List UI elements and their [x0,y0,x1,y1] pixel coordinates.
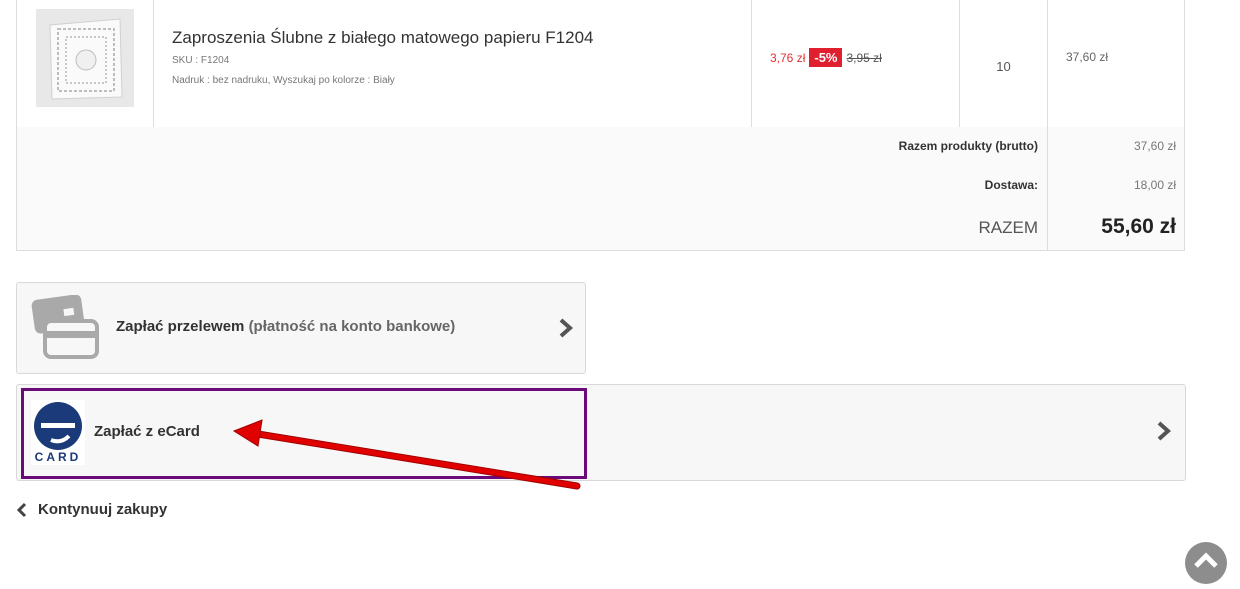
invitation-card-icon [36,9,134,107]
ecard-logo-text: CARD [34,450,82,464]
chevron-right-icon [559,318,574,338]
chevron-right-icon [1157,421,1172,441]
product-price: 3,76 zł -5% 3,95 zł [770,48,882,67]
scroll-to-top-button[interactable] [1185,542,1227,584]
column-divider [1047,205,1048,250]
summary-shipping-row: Dostawa: 18,00 zł [17,166,1184,206]
product-line-total: 37,60 zł [1066,50,1109,64]
price-old: 3,95 zł [846,50,882,65]
credit-card-icon [31,295,99,359]
summary-products-value: 37,60 zł [1133,139,1176,153]
product-sku: SKU : F1204 [172,55,230,66]
cart-table: Zaproszenia Ślubne z białego matowego pa… [16,0,1185,251]
summary-shipping-label: Dostawa: [984,178,1038,192]
pay-transfer-title: Zapłać przelewem [116,318,245,335]
summary-total-value: 55,60 zł [1101,215,1176,238]
pay-transfer-option[interactable]: Zapłać przelewem (płatność na konto bank… [16,282,586,374]
pay-transfer-subtitle: (płatność na konto bankowe) [248,318,456,335]
pay-transfer-label: Zapłać przelewem (płatność na konto bank… [116,318,455,335]
column-divider [153,0,154,127]
pay-ecard-label: Zapłać z eCard [94,423,200,440]
chevron-up-icon [1194,552,1218,568]
summary-total-label: RAZEM [978,218,1039,237]
summary-products-label: Razem produkty (brutto) [898,139,1038,153]
summary-shipping-value: 18,00 zł [1133,178,1176,192]
product-name-link[interactable]: Zaproszenia Ślubne z białego matowego pa… [172,28,594,48]
product-quantity: 10 [996,59,1011,74]
ecard-logo: CARD [31,400,85,465]
cart-product-row: Zaproszenia Ślubne z białego matowego pa… [17,0,1184,128]
column-divider [1047,166,1048,205]
column-divider [751,0,752,127]
summary-total-row: RAZEM 55,60 zł [17,205,1184,250]
column-divider [1047,127,1048,166]
column-divider [1047,0,1048,127]
chevron-left-icon [16,502,27,517]
summary-products-row: Razem produkty (brutto) 37,60 zł [17,127,1184,167]
product-attributes: Nadruk : bez nadruku, Wyszukaj po kolorz… [172,75,395,86]
price-new: 3,76 zł [770,50,806,65]
continue-shopping-link[interactable]: Kontynuuj zakupy [16,501,167,518]
discount-badge: -5% [809,48,843,67]
product-thumbnail[interactable] [36,9,134,107]
continue-shopping-label: Kontynuuj zakupy [38,501,168,518]
